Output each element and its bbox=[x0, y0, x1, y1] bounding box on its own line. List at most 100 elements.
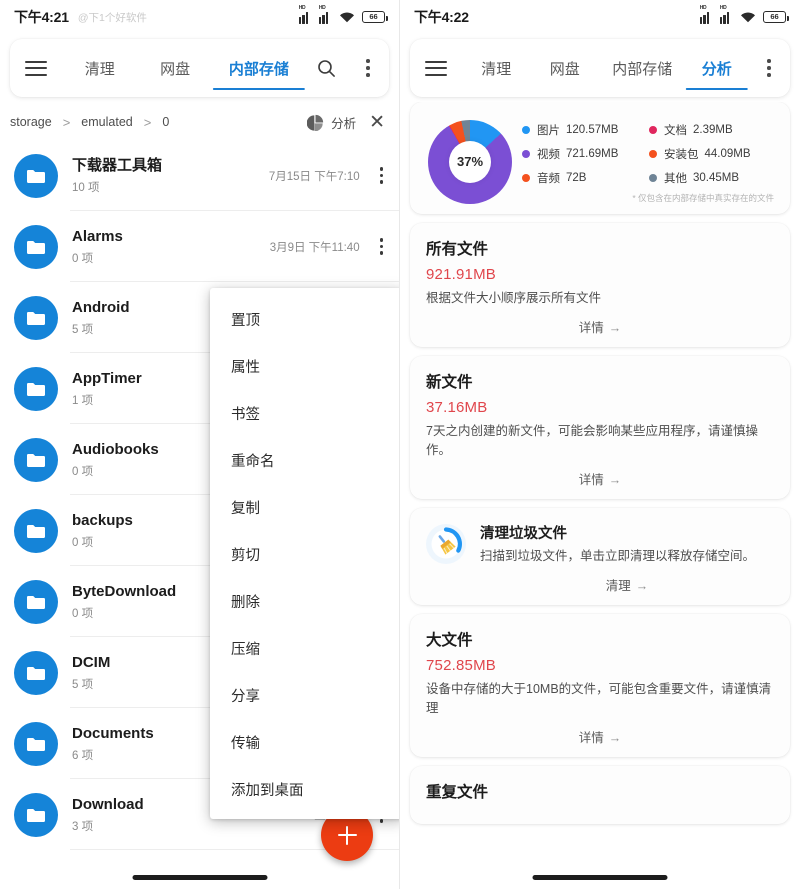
dual-screenshot: 下午4:21 @下1个好软件 HD HD 66 bbox=[0, 0, 800, 889]
tab-netdisk[interactable]: 网盘 bbox=[137, 39, 212, 97]
breadcrumb-item-0[interactable]: 0 bbox=[162, 115, 169, 129]
card-title: 新文件 bbox=[426, 370, 774, 392]
overflow-menu-icon[interactable] bbox=[347, 59, 389, 76]
context-menu-item[interactable]: 属性 bbox=[210, 343, 400, 390]
signal-hd-label-r1: HD bbox=[700, 6, 707, 11]
tab-internal-storage-right[interactable]: 内部存储 bbox=[599, 39, 686, 97]
tab-analysis[interactable]: 分析 bbox=[686, 39, 748, 97]
folder-icon bbox=[14, 793, 58, 837]
clean-card-body: 清理垃圾文件 扫描到垃圾文件，单击立即清理以释放存储空间。 清理→ bbox=[480, 522, 774, 597]
context-menu-item[interactable]: 重命名 bbox=[210, 437, 400, 484]
card-clean-button[interactable]: 清理→ bbox=[480, 566, 774, 597]
tab-internal-storage[interactable]: 内部存储 bbox=[213, 39, 305, 97]
folder-icon bbox=[14, 509, 58, 553]
search-icon[interactable] bbox=[305, 59, 347, 78]
file-row[interactable]: 下载器工具箱10 项7月15日 下午7:10 bbox=[0, 140, 399, 211]
context-menu-item[interactable]: 删除 bbox=[210, 578, 400, 625]
legend-color-dot bbox=[522, 150, 530, 158]
legend-value: 30.45MB bbox=[693, 172, 739, 184]
status-watermark: @下1个好软件 bbox=[78, 10, 147, 25]
hamburger-icon-right[interactable] bbox=[410, 61, 462, 76]
breadcrumb-item-emulated[interactable]: emulated bbox=[81, 115, 132, 129]
context-menu-item[interactable]: 复制 bbox=[210, 484, 400, 531]
right-screen: 下午4:22 HD HD 66 清理 bbox=[400, 0, 800, 889]
context-menu-item[interactable]: 剪切 bbox=[210, 531, 400, 578]
card-action-label: 详情 bbox=[579, 473, 604, 487]
card-details-button[interactable]: 详情 → bbox=[426, 718, 774, 749]
chart-legend: 图片120.57MB视频721.69MB音频72B文档2.39MB安装包44.0… bbox=[516, 115, 776, 190]
card-title: 所有文件 bbox=[426, 237, 774, 259]
context-menu-item[interactable]: 压缩 bbox=[210, 625, 400, 672]
left-toolbar: 清理 网盘 内部存储 bbox=[10, 39, 389, 97]
wifi-icon-right bbox=[740, 11, 756, 23]
legend-label: 安装包 bbox=[664, 146, 699, 162]
file-item-count: 3 项 bbox=[72, 818, 314, 834]
broom-icon bbox=[424, 522, 468, 597]
tab-netdisk-right[interactable]: 网盘 bbox=[530, 39, 598, 97]
file-date: 7月15日 下午7:10 bbox=[269, 168, 360, 184]
breadcrumb-item-storage[interactable]: storage bbox=[10, 115, 52, 129]
card-all-files[interactable]: 所有文件 921.91MB 根据文件大小顺序展示所有文件 详情→ bbox=[410, 223, 790, 347]
legend-item: 音频 72B bbox=[522, 166, 649, 190]
card-desc: 设备中存储的大于10MB的文件，可能包含重要文件，请谨慎清理 bbox=[426, 680, 774, 718]
file-name: 下载器工具箱 bbox=[72, 156, 269, 176]
context-menu-item[interactable]: 添加到桌面 bbox=[210, 766, 400, 813]
hamburger-icon[interactable] bbox=[10, 61, 62, 76]
legend-item: 安装包44.09MB bbox=[649, 142, 776, 166]
file-row-menu-icon[interactable] bbox=[376, 161, 387, 189]
right-tab-bar: 清理 网盘 内部存储 分析 bbox=[462, 39, 748, 97]
analyze-label: 分析 bbox=[331, 113, 356, 132]
storage-chart-card: 37% 图片120.57MB视频721.69MB音频72B文档2.39MB安装包… bbox=[410, 102, 790, 214]
legend-value: 72B bbox=[566, 172, 586, 184]
file-row-text: Alarms0 项 bbox=[72, 227, 270, 266]
folder-icon bbox=[14, 722, 58, 766]
close-icon[interactable]: ✕ bbox=[369, 113, 385, 132]
card-size: 752.85MB bbox=[426, 657, 774, 674]
signal-icon-1-right: HD bbox=[700, 11, 713, 24]
analysis-content: 37% 图片120.57MB视频721.69MB音频72B文档2.39MB安装包… bbox=[400, 102, 800, 889]
arrow-right-icon: → bbox=[609, 731, 622, 745]
tab-cleanup-right[interactable]: 清理 bbox=[462, 39, 530, 97]
analyze-button[interactable]: 分析 bbox=[307, 113, 356, 132]
file-name: Alarms bbox=[72, 227, 270, 247]
folder-icon bbox=[14, 651, 58, 695]
card-action-label: 详情 bbox=[579, 731, 604, 745]
legend-label: 图片 bbox=[537, 122, 560, 138]
context-menu-item[interactable]: 置顶 bbox=[210, 296, 400, 343]
status-icons-right: HD HD 66 bbox=[700, 11, 786, 24]
breadcrumb: storage > emulated > 0 分析 ✕ bbox=[0, 104, 399, 140]
card-clean-junk[interactable]: 清理垃圾文件 扫描到垃圾文件，单击立即清理以释放存储空间。 清理→ bbox=[410, 508, 790, 605]
file-row[interactable]: Alarms0 项3月9日 下午11:40 bbox=[0, 211, 399, 282]
signal-icon-1: HD bbox=[299, 11, 312, 24]
legend-item: 图片120.57MB bbox=[522, 118, 649, 142]
signal-hd-label-r2: HD bbox=[720, 6, 727, 11]
donut-ring: 37% bbox=[428, 120, 512, 204]
signal-hd-label-2: HD bbox=[319, 6, 326, 11]
card-title: 清理垃圾文件 bbox=[480, 522, 774, 543]
file-row-text: 下载器工具箱10 项 bbox=[72, 156, 269, 195]
card-duplicate-files[interactable]: 重复文件 bbox=[410, 766, 790, 824]
card-new-files[interactable]: 新文件 37.16MB 7天之内创建的新文件，可能会影响某些应用程序，请谨慎操作… bbox=[410, 356, 790, 499]
donut-percent: 37% bbox=[457, 154, 483, 169]
legend-item: 文档2.39MB bbox=[649, 118, 776, 142]
battery-icon: 66 bbox=[362, 11, 385, 23]
legend-item: 其他30.45MB bbox=[649, 166, 776, 190]
arrow-right-icon: → bbox=[609, 321, 622, 335]
breadcrumb-separator: > bbox=[63, 115, 71, 130]
file-row-menu-icon[interactable] bbox=[376, 232, 387, 260]
context-menu[interactable]: 置顶属性书签重命名复制剪切删除压缩分享传输添加到桌面 bbox=[210, 288, 400, 819]
tab-cleanup[interactable]: 清理 bbox=[62, 39, 137, 97]
legend-label: 视频 bbox=[537, 146, 560, 162]
context-menu-item[interactable]: 传输 bbox=[210, 719, 400, 766]
context-menu-item[interactable]: 分享 bbox=[210, 672, 400, 719]
overflow-menu-icon-right[interactable] bbox=[748, 59, 790, 76]
file-date: 3月9日 下午11:40 bbox=[270, 239, 360, 255]
card-large-files[interactable]: 大文件 752.85MB 设备中存储的大于10MB的文件，可能包含重要文件，请谨… bbox=[410, 614, 790, 757]
context-menu-item[interactable]: 书签 bbox=[210, 390, 400, 437]
left-status-bar: 下午4:21 @下1个好软件 HD HD 66 bbox=[0, 0, 399, 34]
left-screen: 下午4:21 @下1个好软件 HD HD 66 bbox=[0, 0, 400, 889]
legend-label: 音频 bbox=[537, 170, 560, 186]
card-details-button[interactable]: 详情→ bbox=[426, 460, 774, 491]
card-details-button[interactable]: 详情→ bbox=[426, 308, 774, 339]
signal-icon-2-right: HD bbox=[720, 11, 733, 24]
